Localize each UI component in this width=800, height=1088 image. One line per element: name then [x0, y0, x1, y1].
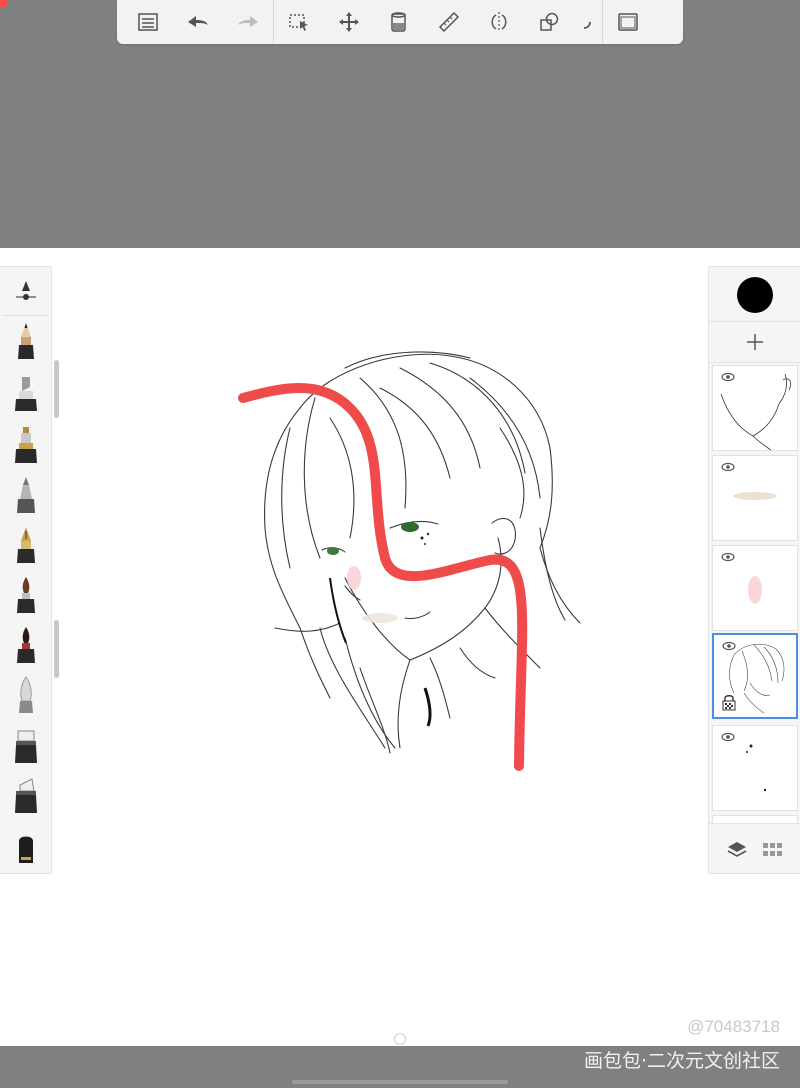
transform-button[interactable] [324, 0, 374, 44]
layer-thumbnail-blush[interactable] [712, 545, 798, 631]
layers-list-button[interactable] [123, 0, 173, 44]
layer-thumbnail-face-outline[interactable] [712, 365, 798, 451]
watermark-site-name: 画包包·二次元文创社区 [583, 1050, 780, 1072]
grid-icon[interactable] [762, 842, 784, 858]
brush-pencil[interactable] [8, 319, 44, 363]
selection-icon [289, 14, 308, 31]
eye-icon[interactable] [721, 372, 735, 382]
layer-thumbnail-skin-highlight[interactable] [712, 455, 798, 541]
airbrush-icon [17, 477, 35, 513]
brush-ink-pen[interactable] [8, 423, 44, 467]
symmetry-icon [491, 12, 507, 32]
eraser-soft-icon [15, 778, 37, 813]
brush-eraser-hard[interactable] [8, 723, 44, 767]
redo-button[interactable] [223, 0, 273, 44]
red-brush-stroke [238, 383, 528, 771]
ruler-icon [438, 11, 460, 33]
lock-icon[interactable] [722, 693, 736, 711]
more-icon [583, 21, 591, 29]
brush-fountain-pen[interactable] [8, 523, 44, 567]
eye-icon[interactable] [722, 641, 736, 651]
watercolor-brush-icon [17, 627, 35, 663]
current-color-swatch[interactable] [737, 277, 773, 313]
home-indicator-bar[interactable] [292, 1080, 508, 1084]
redo-icon [238, 16, 258, 27]
undo-icon [188, 16, 208, 27]
add-layer-button[interactable] [709, 321, 800, 363]
fill-button[interactable] [374, 0, 424, 44]
top-toolbar [117, 0, 683, 44]
eye-icon[interactable] [721, 462, 735, 472]
smudge-icon [19, 676, 33, 713]
brush-size-icon [16, 281, 36, 300]
layers-list-icon [138, 13, 158, 31]
fullscreen-button[interactable] [603, 0, 653, 44]
brush-airbrush[interactable] [8, 473, 44, 517]
canvas-center-indicator [394, 1033, 406, 1045]
fountain-pen-icon [17, 527, 35, 563]
sketch-artwork [238, 351, 581, 771]
eraser-hard-icon [15, 730, 37, 763]
ink-pen-icon [15, 427, 37, 463]
brush-panel-scroll-handle[interactable] [54, 620, 59, 678]
fill-icon [391, 12, 406, 32]
brush-fill-bucket[interactable] [8, 825, 44, 869]
brush-paint-brush[interactable] [8, 573, 44, 617]
layer-thumbnail-hair-line-art[interactable] [712, 633, 798, 719]
brush-smudge[interactable] [8, 673, 44, 717]
brush-size-slider[interactable] [8, 269, 44, 313]
brush-eraser-soft[interactable] [8, 773, 44, 817]
watermark-user-id: @70483718 [687, 1017, 780, 1036]
layers-stack-icon[interactable] [726, 840, 748, 860]
brush-divider [4, 315, 48, 316]
layer-thumbnail-dots[interactable] [712, 725, 798, 811]
brush-marker[interactable] [8, 371, 44, 415]
undo-button[interactable] [173, 0, 223, 44]
more-tools-button[interactable] [574, 0, 602, 44]
brush-library-panel [0, 266, 52, 874]
brush-panel-scroll-handle[interactable] [54, 360, 59, 418]
brush-watercolor[interactable] [8, 623, 44, 667]
drawing-canvas[interactable] [0, 248, 800, 1046]
eye-icon[interactable] [721, 552, 735, 562]
marker-icon [15, 377, 37, 411]
layer-panel [708, 266, 800, 874]
shapes-button[interactable] [524, 0, 574, 44]
selection-button[interactable] [274, 0, 324, 44]
fullscreen-icon [618, 13, 638, 31]
ruler-button[interactable] [424, 0, 474, 44]
plus-icon [747, 334, 763, 350]
layer-panel-footer [709, 823, 800, 875]
paint-brush-icon [17, 577, 35, 613]
transform-icon [339, 12, 359, 32]
pencil-icon [18, 323, 34, 359]
layer-thumbnail-partial[interactable] [712, 815, 798, 823]
notification-corner [0, 0, 8, 8]
shapes-icon [540, 12, 559, 31]
symmetry-button[interactable] [474, 0, 524, 44]
fill-brush-icon [19, 836, 33, 863]
eye-icon[interactable] [721, 732, 735, 742]
